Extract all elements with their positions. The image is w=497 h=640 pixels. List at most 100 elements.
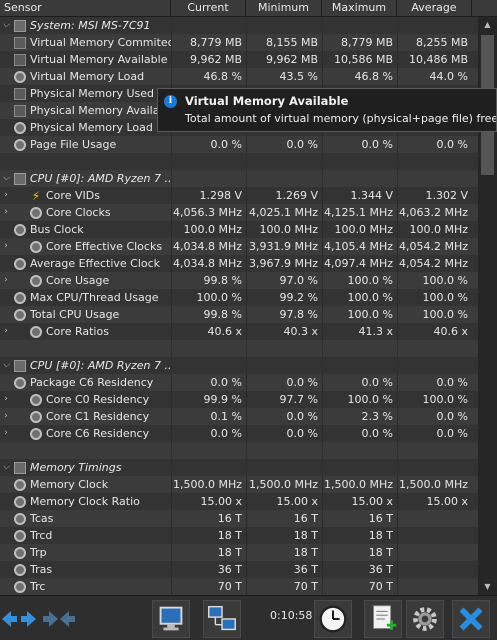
sensor-row[interactable]: › Core Usage 99.8 % 97.0 % 100.0 % 100.0 %	[0, 272, 478, 289]
sensor-label-cell: Trcd	[0, 527, 171, 544]
collapse-arrows-button[interactable]	[40, 604, 78, 634]
collapse-chevron-icon[interactable]: ⌵	[0, 357, 12, 374]
sensor-label-cell: › ⚡ Core VIDs	[0, 187, 171, 204]
header-average[interactable]: Average	[397, 0, 472, 17]
sensor-row[interactable]: Virtual Memory Available 9,962 MB 9,962 MB…	[0, 51, 478, 68]
sensor-row[interactable]: Total CPU Usage 99.8 % 97.8 % 100.0 % 100.0 …	[0, 306, 478, 323]
sensor-row[interactable]: Tcas 16 T 16 T 16 T	[0, 510, 478, 527]
expand-chevron-icon[interactable]: ›	[0, 391, 12, 408]
minimum-value	[246, 17, 322, 34]
sensor-name: Physical Memory Available	[30, 104, 171, 117]
scroll-up-icon[interactable]: ▲	[478, 17, 497, 33]
sensor-name: Core VIDs	[46, 189, 100, 202]
sensor-label-cell: Tras	[0, 561, 171, 578]
collapse-chevron-icon[interactable]: ⌵	[0, 170, 12, 187]
current-value: 100.0 %	[171, 289, 246, 306]
average-value: 0.0 %	[397, 374, 472, 391]
square-icon	[14, 87, 26, 100]
sensor-row[interactable]: Page File Usage 0.0 % 0.0 % 0.0 % 0.0 %	[0, 136, 478, 153]
sensor-row[interactable]: Trc 70 T 70 T 70 T	[0, 578, 478, 595]
clock-button[interactable]	[314, 600, 352, 638]
maximum-value: 4,105.4 MHz	[322, 238, 397, 255]
sensor-name: CPU [#0]: AMD Ryzen 7 ...	[30, 172, 171, 185]
sensor-name: Package C6 Residency	[30, 376, 154, 389]
minimum-value	[246, 340, 322, 357]
header-current[interactable]: Current	[171, 0, 246, 17]
maximum-value: 2.3 %	[322, 408, 397, 425]
sensor-label-cell: Memory Clock	[0, 476, 171, 493]
network-button[interactable]	[203, 600, 241, 638]
average-value: 100.0 %	[397, 289, 472, 306]
sensor-row[interactable]: › ⚡ Core VIDs 1.298 V 1.269 V 1.344 V 1.302 V	[0, 187, 478, 204]
current-value: 18 T	[171, 544, 246, 561]
clock-icon	[14, 308, 26, 321]
sensor-label-cell: › Core Usage	[0, 272, 171, 289]
expand-chevron-icon[interactable]: ›	[0, 323, 12, 340]
maximum-value	[322, 459, 397, 476]
sensor-row[interactable]: Trp 18 T 18 T 18 T	[0, 544, 478, 561]
add-log-button[interactable]	[364, 600, 402, 638]
sensor-row[interactable]: Average Effective Clock 4,034.8 MHz 3,967.…	[0, 255, 478, 272]
expand-arrows-button[interactable]	[0, 604, 38, 634]
sensor-row[interactable]: Memory Clock Ratio 15.00 x 15.00 x 15.00 x1…	[0, 493, 478, 510]
sensor-group-row[interactable]: ⌵ System: MSI MS-7C91	[0, 17, 478, 34]
sensor-row[interactable]: › Core C1 Residency 0.1 % 0.0 % 2.3 % 0.0 %	[0, 408, 478, 425]
sensor-label-cell: Physical Memory Used	[0, 85, 171, 102]
sensor-row[interactable]: › Core Effective Clocks 4,034.8 MHz 3,931.9…	[0, 238, 478, 255]
expand-chevron-icon[interactable]: ›	[0, 187, 12, 204]
sensor-row[interactable]: Tras 36 T 36 T 36 T	[0, 561, 478, 578]
close-button[interactable]	[452, 600, 490, 638]
settings-button[interactable]	[406, 600, 444, 638]
clock-icon	[30, 325, 42, 338]
current-value: 99.9 %	[171, 391, 246, 408]
sensor-label-cell: › Core Clocks	[0, 204, 171, 221]
scroll-down-icon[interactable]: ▼	[478, 579, 497, 595]
current-value	[171, 340, 246, 357]
sensor-row[interactable]: › Core Clocks 4,056.3 MHz 4,025.1 MHz 4,125.…	[0, 204, 478, 221]
clock-icon	[319, 605, 347, 633]
document-add-icon	[373, 605, 397, 630]
maximum-value: 0.0 %	[322, 374, 397, 391]
expand-chevron-icon[interactable]: ›	[0, 425, 12, 442]
header-minimum[interactable]: Minimum	[246, 0, 322, 17]
sensor-row[interactable]: Virtual Memory Load 46.8 % 43.5 % 46.8 % 44.…	[0, 68, 478, 85]
sensor-row[interactable]: Trcd 18 T 18 T 18 T	[0, 527, 478, 544]
clock-icon	[14, 512, 26, 525]
minimum-value: 40.3 x	[246, 323, 322, 340]
sensor-row[interactable]: Package C6 Residency 0.0 % 0.0 % 0.0 % 0.0 %	[0, 374, 478, 391]
sensor-name: Tras	[30, 563, 53, 576]
maximum-value: 0.0 %	[322, 425, 397, 442]
clock-icon	[14, 223, 26, 236]
sensor-row[interactable]: › Core Ratios 40.6 x 40.3 x 41.3 x 40.6 x	[0, 323, 478, 340]
sensor-group-row[interactable]: ⌵ Memory Timings	[0, 459, 478, 476]
sensor-label-cell: Trc	[0, 578, 171, 595]
sensor-row[interactable]: Memory Clock 1,500.0 MHz 1,500.0 MHz 1,500.…	[0, 476, 478, 493]
average-value: 40.6 x	[397, 323, 472, 340]
current-value: 15.00 x	[171, 493, 246, 510]
expand-chevron-icon[interactable]: ›	[0, 408, 12, 425]
chip-icon	[14, 172, 26, 185]
collapse-chevron-icon[interactable]: ⌵	[0, 459, 12, 476]
sensor-label-cell: Total CPU Usage	[0, 306, 171, 323]
header-sensor[interactable]: Sensor	[0, 0, 171, 17]
expand-chevron-icon[interactable]: ›	[0, 204, 12, 221]
minimum-value: 9,962 MB	[246, 51, 322, 68]
expand-chevron-icon[interactable]: ›	[0, 272, 12, 289]
sensor-group-row[interactable]: ⌵ CPU [#0]: AMD Ryzen 7 ...	[0, 170, 478, 187]
sensor-name: Trcd	[30, 529, 53, 542]
header-maximum[interactable]: Maximum	[322, 0, 397, 17]
sensor-row[interactable]: Bus Clock 100.0 MHz 100.0 MHz 100.0 MHz 100.…	[0, 221, 478, 238]
sensor-row[interactable]: Max CPU/Thread Usage 100.0 % 99.2 % 100.0 %…	[0, 289, 478, 306]
network-computers-icon	[208, 605, 236, 631]
collapse-chevron-icon[interactable]: ⌵	[0, 17, 12, 34]
current-value: 36 T	[171, 561, 246, 578]
report-button[interactable]	[152, 600, 190, 638]
sensor-row[interactable]: › Core C0 Residency 99.9 % 97.7 % 100.0 % 100…	[0, 391, 478, 408]
maximum-value: 100.0 %	[322, 289, 397, 306]
sensor-row[interactable]: Virtual Memory Commited 8,779 MB 8,155 MB 8…	[0, 34, 478, 51]
current-value	[171, 170, 246, 187]
clock-icon	[30, 240, 42, 253]
expand-chevron-icon[interactable]: ›	[0, 238, 12, 255]
sensor-group-row[interactable]: ⌵ CPU [#0]: AMD Ryzen 7 ...	[0, 357, 478, 374]
sensor-row[interactable]: › Core C6 Residency 0.0 % 0.0 % 0.0 % 0.0 %	[0, 425, 478, 442]
